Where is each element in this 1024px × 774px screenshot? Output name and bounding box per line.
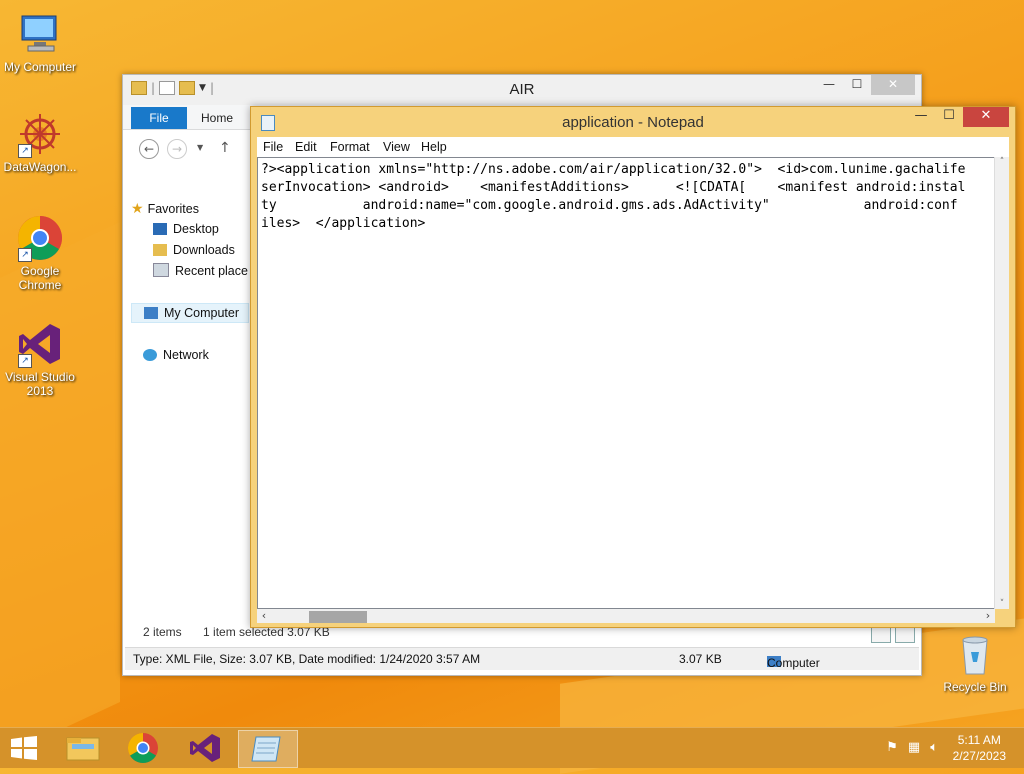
horizontal-scrollbar[interactable]: ‹ › (257, 609, 995, 623)
chrome-icon (127, 733, 158, 764)
windows-logo-icon (11, 736, 37, 760)
datawagon-icon: ↗ (16, 110, 64, 158)
wallpaper-shape (0, 222, 120, 758)
text-line: ty android:name="com.google.android.gms.… (261, 198, 958, 213)
desktop-icon-datawagon[interactable]: ↗ DataWagon... (0, 110, 80, 174)
close-button[interactable]: ✕ (963, 107, 1009, 127)
large-icons-view-button[interactable] (895, 627, 915, 643)
up-arrow-icon[interactable]: ↑ (219, 140, 231, 156)
network-icon (143, 349, 157, 361)
menu-format[interactable]: Format (330, 140, 370, 154)
nav-item-my-computer[interactable]: My Computer (131, 303, 249, 323)
shortcut-arrow-icon: ↗ (18, 354, 32, 368)
desktop-icon-chrome[interactable]: ↗ Google Chrome (0, 214, 80, 292)
menu-view[interactable]: View (383, 140, 410, 154)
minimize-button[interactable]: — (907, 107, 935, 127)
shortcut-arrow-icon: ↗ (18, 144, 32, 158)
start-button[interactable] (10, 736, 38, 763)
computer-icon (16, 10, 64, 58)
scroll-left-icon[interactable]: ‹ (257, 609, 271, 623)
maximize-button[interactable]: ☐ (843, 75, 871, 95)
desktop-icon-label: My Computer (3, 60, 77, 74)
file-explorer-icon (66, 737, 100, 761)
shortcut-arrow-icon: ↗ (18, 248, 32, 262)
menu-file[interactable]: File (263, 140, 283, 154)
system-tray: ⚑ ▦ 🔈︎ (886, 740, 938, 755)
item-count: 2 items (143, 625, 182, 639)
horizontal-scroll-thumb[interactable] (309, 611, 367, 623)
taskbar-notepad[interactable] (238, 730, 298, 768)
nav-item-favorites[interactable]: ★ Favorites (131, 199, 199, 217)
nav-item-downloads[interactable]: Downloads (153, 241, 235, 259)
nav-item-recent-places[interactable]: Recent place (153, 262, 248, 280)
desktop-icon (153, 223, 167, 235)
text-line: ?><application xmlns="http://ns.adobe.co… (261, 162, 966, 177)
visual-studio-icon: ↗ (16, 320, 64, 368)
details-view-button[interactable] (871, 627, 891, 643)
desktop-icon-visual-studio[interactable]: ↗ Visual Studio 2013 (0, 320, 80, 398)
network-icon[interactable]: ▦ (908, 740, 920, 755)
taskbar-visual-studio[interactable] (176, 730, 234, 766)
star-icon: ★ (131, 200, 144, 216)
desktop-icon-my-computer[interactable]: My Computer (0, 10, 80, 74)
scroll-down-icon[interactable]: ˅ (995, 599, 1009, 609)
scroll-up-icon[interactable]: ˄ (995, 157, 1009, 167)
desktop-icon-label: Recycle Bin (943, 680, 1007, 694)
back-arrow-icon[interactable]: ← (139, 139, 159, 159)
nav-item-network[interactable]: Network (143, 346, 209, 364)
taskbar-file-explorer[interactable] (54, 730, 112, 766)
notepad-window: application - Notepad — ☐ ✕ File Edit Fo… (250, 106, 1016, 628)
taskbar: ⚑ ▦ 🔈︎ 5:11 AM 2/27/2023 (0, 727, 1024, 768)
minimize-button[interactable]: — (815, 75, 843, 95)
desktop-icon-label: Google Chrome (18, 264, 62, 292)
speaker-icon[interactable]: 🔈︎ (930, 740, 938, 755)
tab-home[interactable]: Home (201, 107, 233, 129)
clock[interactable]: 5:11 AM 2/27/2023 (953, 732, 1006, 764)
text-line: serInvocation> <android> <manifestAdditi… (261, 180, 966, 195)
window-title: AIR (509, 81, 535, 98)
desktop-icon-recycle-bin[interactable]: Recycle Bin (935, 630, 1015, 694)
recent-places-icon (153, 263, 169, 277)
desktop-icon-label: DataWagon... (3, 160, 77, 174)
flag-icon[interactable]: ⚑ (886, 740, 898, 755)
chevron-down-icon[interactable]: ▼ (197, 143, 203, 152)
menu-bar: File Edit Format View Help (257, 137, 1009, 157)
menu-edit[interactable]: Edit (295, 140, 317, 154)
downloads-folder-icon (153, 244, 167, 256)
computer-icon (144, 307, 158, 319)
visual-studio-icon (190, 734, 220, 762)
notepad-icon (251, 736, 281, 762)
file-details: Type: XML File, Size: 3.07 KB, Date modi… (133, 652, 481, 666)
window-title: application - Notepad (562, 114, 704, 131)
maximize-button[interactable]: ☐ (935, 107, 963, 127)
chrome-icon: ↗ (16, 214, 64, 262)
explorer-titlebar[interactable]: | ▼ | AIR — ☐ ✕ (123, 75, 921, 105)
vertical-scrollbar[interactable]: ˄ ˅ (994, 157, 1009, 609)
scroll-right-icon[interactable]: › (981, 609, 995, 623)
nav-item-desktop[interactable]: Desktop (153, 220, 219, 238)
clock-date: 2/27/2023 (952, 749, 1006, 763)
taskbar-chrome[interactable] (114, 730, 172, 766)
desktop-icon-label: Visual Studio 2013 (5, 370, 75, 398)
file-size: 3.07 KB (679, 652, 722, 666)
menu-help[interactable]: Help (421, 140, 447, 154)
text-editor[interactable]: ?><application xmlns="http://ns.adobe.co… (257, 157, 995, 609)
forward-arrow-icon[interactable]: → (167, 139, 187, 159)
tab-file[interactable]: File (131, 107, 187, 129)
notepad-titlebar[interactable]: application - Notepad — ☐ ✕ (251, 107, 1015, 137)
clock-time: 5:11 AM (957, 733, 1001, 747)
details-status-bar: Type: XML File, Size: 3.07 KB, Date modi… (125, 647, 919, 670)
close-button[interactable]: ✕ (871, 75, 915, 95)
text-line: iles> </application> (261, 216, 426, 231)
recycle-bin-icon (951, 630, 999, 678)
